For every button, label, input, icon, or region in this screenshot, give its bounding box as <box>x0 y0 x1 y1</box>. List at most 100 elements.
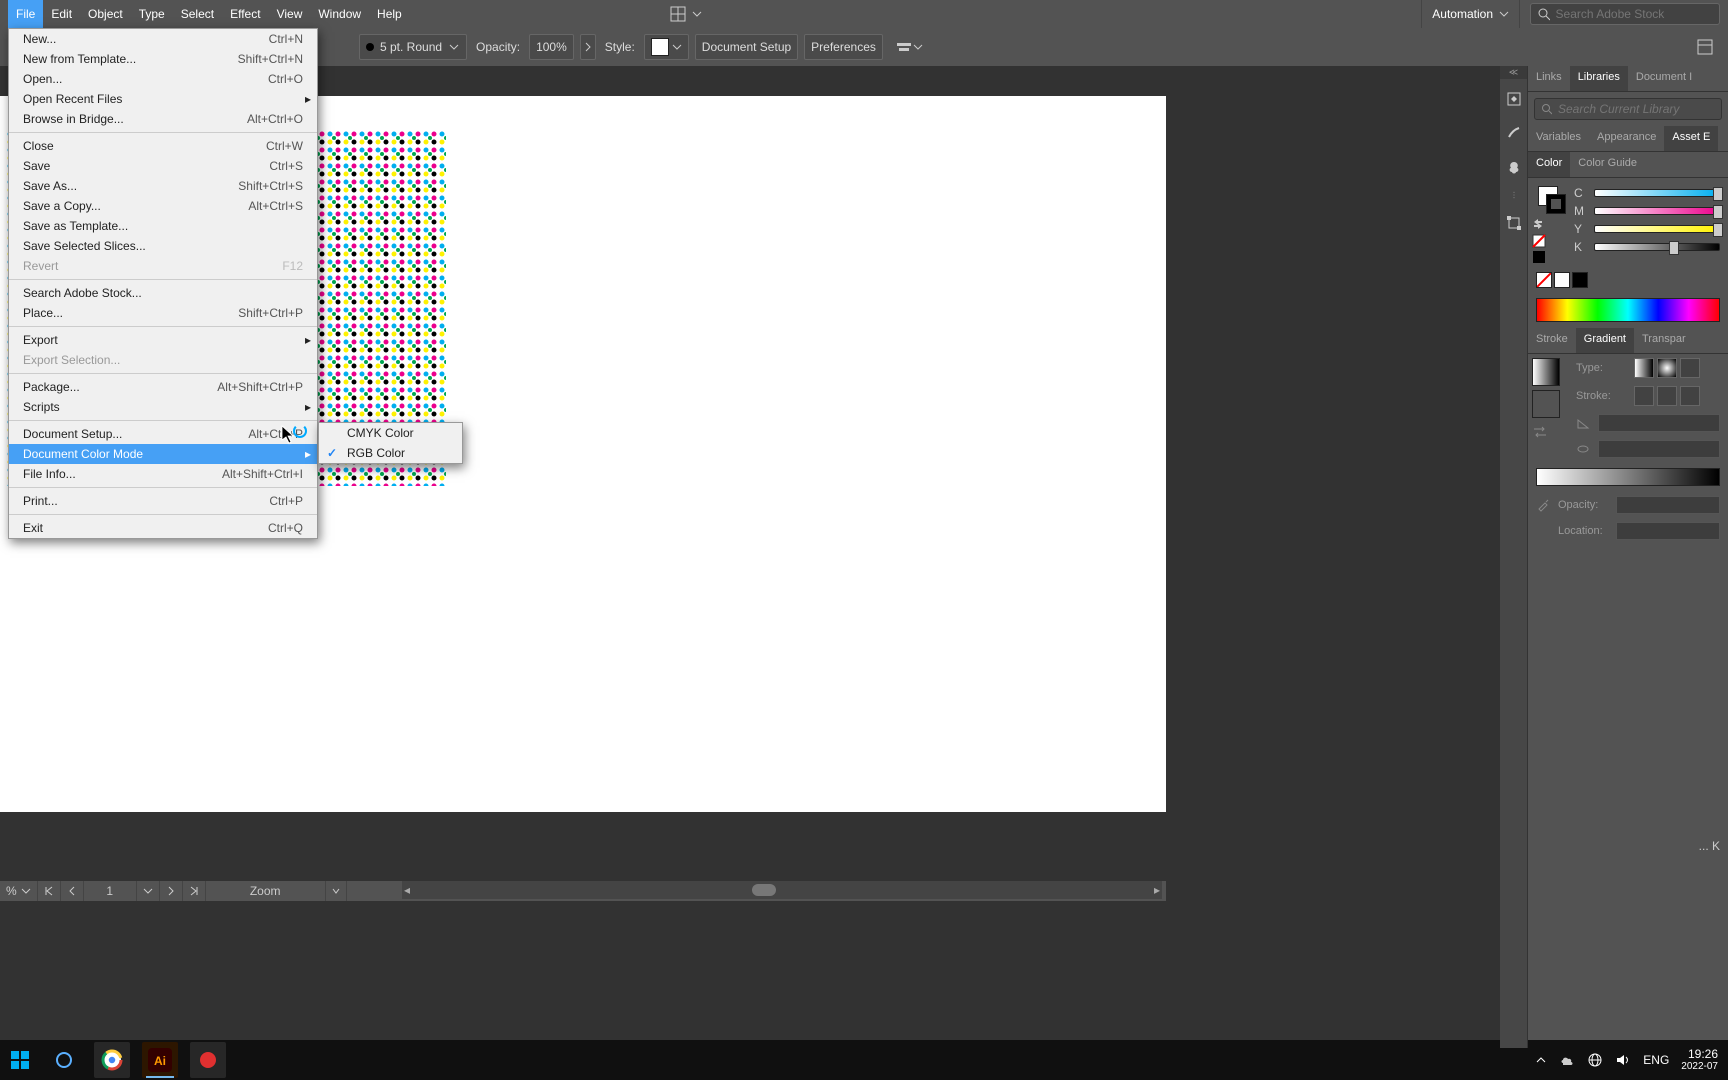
tab-links[interactable]: Links <box>1528 66 1570 91</box>
transform-panel-icon[interactable] <box>1500 209 1528 237</box>
menu-object[interactable]: Object <box>80 0 131 28</box>
menu-new-template[interactable]: New from Template...Shift+Ctrl+N <box>9 49 317 69</box>
tab-stroke[interactable]: Stroke <box>1528 328 1576 353</box>
menu-window[interactable]: Window <box>310 0 369 28</box>
slider-k[interactable]: K <box>1574 240 1720 254</box>
menu-select[interactable]: Select <box>173 0 222 28</box>
gradient-fill-swatch[interactable] <box>1532 358 1560 386</box>
gradient-stop-opacity[interactable] <box>1616 496 1720 514</box>
reverse-gradient-icon[interactable] <box>1532 424 1564 440</box>
artboard-nav-last[interactable] <box>183 881 206 901</box>
graphic-style-select[interactable] <box>644 34 689 60</box>
symbols-panel-icon[interactable] <box>1500 85 1528 113</box>
status-more[interactable] <box>326 881 347 901</box>
library-search-input[interactable] <box>1558 102 1715 116</box>
artboard-nav-prev[interactable] <box>61 881 84 901</box>
arrange-documents-button[interactable] <box>670 6 702 22</box>
panel-layout-icon[interactable] <box>1691 34 1719 60</box>
menu-export[interactable]: Export▸ <box>9 330 317 350</box>
menu-save-template[interactable]: Save as Template... <box>9 216 317 236</box>
tab-gradient[interactable]: Gradient <box>1576 328 1634 353</box>
document-setup-button[interactable]: Document Setup <box>695 34 798 60</box>
gradient-angle-input[interactable] <box>1598 414 1720 432</box>
menu-search-stock[interactable]: Search Adobe Stock... <box>9 283 317 303</box>
registration-swatch[interactable] <box>1532 250 1562 264</box>
menu-new[interactable]: New...Ctrl+N <box>9 29 317 49</box>
menu-effect[interactable]: Effect <box>222 0 268 28</box>
slider-y[interactable]: Y <box>1574 222 1720 236</box>
artboard-nav-dropdown[interactable] <box>137 881 160 901</box>
fill-stroke-indicator[interactable] <box>1538 186 1566 214</box>
tab-color[interactable]: Color <box>1528 152 1570 177</box>
stroke-grad-across[interactable] <box>1680 386 1700 406</box>
menu-document-setup[interactable]: Document Setup...Alt+Ctrl+P <box>9 424 317 444</box>
menu-file-info[interactable]: File Info...Alt+Shift+Ctrl+I <box>9 464 317 484</box>
menu-save-copy[interactable]: Save a Copy...Alt+Ctrl+S <box>9 196 317 216</box>
swatches-panel-icon[interactable] <box>1500 153 1528 181</box>
scrollbar-thumb[interactable] <box>752 884 776 896</box>
preferences-button[interactable]: Preferences <box>804 34 883 60</box>
opacity-input[interactable]: 100% <box>529 34 574 60</box>
opacity-more[interactable] <box>580 34 596 60</box>
menu-exit[interactable]: ExitCtrl+Q <box>9 518 317 538</box>
submenu-rgb[interactable]: ✓RGB Color <box>319 443 462 463</box>
stroke-swatch[interactable] <box>1546 194 1566 214</box>
tab-appearance[interactable]: Appearance <box>1589 126 1664 151</box>
tray-time[interactable]: 19:26 <box>1681 1048 1718 1061</box>
stroke-grad-along[interactable] <box>1657 386 1677 406</box>
gradient-type-freeform[interactable] <box>1680 358 1700 378</box>
gradient-type-linear[interactable] <box>1634 358 1654 378</box>
slider-c[interactable]: C <box>1574 186 1720 200</box>
tab-asset-export[interactable]: Asset E <box>1664 126 1718 151</box>
tab-document-info[interactable]: Document I <box>1628 66 1700 91</box>
task-chrome[interactable] <box>94 1042 130 1078</box>
adobe-stock-search-input[interactable] <box>1556 7 1713 21</box>
color-spectrum[interactable] <box>1536 298 1720 322</box>
white-swatch[interactable] <box>1554 272 1570 288</box>
menu-close[interactable]: CloseCtrl+W <box>9 136 317 156</box>
menu-type[interactable]: Type <box>131 0 173 28</box>
task-recorder[interactable] <box>190 1042 226 1078</box>
tab-color-guide[interactable]: Color Guide <box>1570 152 1645 177</box>
stroke-grad-within[interactable] <box>1634 386 1654 406</box>
gradient-stroke-swatch[interactable] <box>1532 390 1560 418</box>
stroke-profile-select[interactable]: 5 pt. Round <box>359 34 467 60</box>
menu-help[interactable]: Help <box>369 0 410 28</box>
menu-place[interactable]: Place...Shift+Ctrl+P <box>9 303 317 323</box>
artboard-nav-next[interactable] <box>160 881 183 901</box>
menu-browse-bridge[interactable]: Browse in Bridge...Alt+Ctrl+O <box>9 109 317 129</box>
start-button[interactable] <box>0 1040 40 1080</box>
menu-document-color-mode[interactable]: Document Color Mode▸ <box>9 444 317 464</box>
tray-volume-icon[interactable] <box>1615 1052 1631 1068</box>
black-swatch[interactable] <box>1572 272 1588 288</box>
eyedropper-icon[interactable] <box>1536 498 1550 512</box>
task-cortana[interactable] <box>46 1042 82 1078</box>
menu-file[interactable]: File <box>8 0 43 28</box>
align-to-selection[interactable] <box>889 34 929 60</box>
horizontal-scrollbar[interactable]: ◂ ▸ <box>402 881 1162 899</box>
task-illustrator[interactable]: Ai <box>142 1042 178 1078</box>
menu-open-recent[interactable]: Open Recent Files▸ <box>9 89 317 109</box>
swap-fill-stroke-icon[interactable] <box>1532 218 1544 230</box>
adobe-stock-search[interactable] <box>1530 3 1720 25</box>
tray-language[interactable]: ENG <box>1643 1053 1669 1067</box>
expand-panels[interactable]: ≪ <box>1500 66 1527 79</box>
tray-show-hidden[interactable] <box>1535 1054 1547 1066</box>
zoom-level[interactable]: % <box>0 881 38 901</box>
menu-edit[interactable]: Edit <box>43 0 80 28</box>
artboard-nav-first[interactable] <box>38 881 61 901</box>
menu-scripts[interactable]: Scripts▸ <box>9 397 317 417</box>
menu-save[interactable]: SaveCtrl+S <box>9 156 317 176</box>
menu-save-as[interactable]: Save As...Shift+Ctrl+S <box>9 176 317 196</box>
menu-save-slices[interactable]: Save Selected Slices... <box>9 236 317 256</box>
tray-network-icon[interactable] <box>1587 1052 1603 1068</box>
scroll-right-arrow[interactable]: ▸ <box>1154 883 1160 897</box>
artboard-number[interactable] <box>84 881 137 901</box>
tray-onedrive-icon[interactable] <box>1559 1052 1575 1068</box>
menu-open[interactable]: Open...Ctrl+O <box>9 69 317 89</box>
menu-package[interactable]: Package...Alt+Shift+Ctrl+P <box>9 377 317 397</box>
submenu-cmyk[interactable]: CMYK Color <box>319 423 462 443</box>
scroll-left-arrow[interactable]: ◂ <box>404 883 410 897</box>
gradient-type-radial[interactable] <box>1657 358 1677 378</box>
tray-date[interactable]: 2022-07 <box>1681 1061 1718 1072</box>
